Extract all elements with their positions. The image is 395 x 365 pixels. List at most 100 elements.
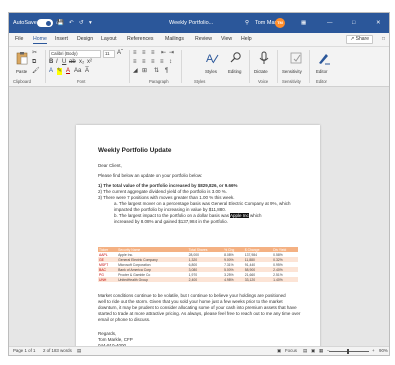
tab-references[interactable]: References <box>127 36 154 42</box>
group-label-voice: Voice <box>258 79 269 84</box>
bold-icon[interactable]: B <box>49 59 53 66</box>
table-cell: 33,120 <box>243 277 273 282</box>
text-effects-icon[interactable]: A <box>49 68 53 75</box>
grow-font-icon[interactable]: Aˆ <box>117 50 123 57</box>
decrease-indent-icon[interactable]: ⇤ <box>161 50 166 57</box>
sensitivity-icon[interactable] <box>289 51 303 65</box>
word-count[interactable]: 2 of 183 words <box>43 348 72 354</box>
document-workspace[interactable]: Weekly Portfolio Update Dear Client, Ple… <box>9 87 389 355</box>
restore-icon[interactable]: □ <box>352 13 355 33</box>
minimize-icon[interactable]: — <box>327 13 333 33</box>
zoom-in-icon[interactable]: + <box>372 348 375 354</box>
editor-label: Editor <box>316 69 328 74</box>
editing-search-icon[interactable] <box>229 51 243 65</box>
ribbon-display-icon[interactable]: ▦ <box>301 13 306 33</box>
underline-icon[interactable]: U <box>62 59 66 66</box>
align-left-icon[interactable]: ≡ <box>133 59 137 66</box>
avatar[interactable]: TM <box>275 18 285 28</box>
tab-file[interactable]: File <box>15 36 23 42</box>
ribbon-tabs: File Home Insert Design Layout Reference… <box>9 33 389 47</box>
clear-format-icon[interactable]: A̅ <box>85 68 89 75</box>
read-mode-icon[interactable]: ▤ <box>303 348 307 354</box>
greeting: Dear Client, <box>98 163 122 168</box>
closing-line-5: email or phone to discuss. <box>98 317 151 322</box>
document-page[interactable]: Weekly Portfolio Update Dear Client, Ple… <box>76 125 320 355</box>
intro-text: Please find below an update on your port… <box>98 173 203 178</box>
highlight-icon[interactable]: ✎ <box>57 68 63 75</box>
customize-qat-icon[interactable]: ▾ <box>89 13 92 33</box>
close-icon[interactable]: ✕ <box>376 13 381 33</box>
bullets-icon[interactable]: ≡ <box>133 50 137 57</box>
multilevel-list-icon[interactable]: ≡ <box>151 50 155 57</box>
copy-icon[interactable]: ⧉ <box>32 59 36 66</box>
italic-icon[interactable]: I <box>56 59 58 66</box>
tab-design[interactable]: Design <box>77 36 93 42</box>
ribbon: Paste ✂ ⧉ 🖌 Clipboard Calibri (Body) 11 … <box>9 47 389 87</box>
paste-icon[interactable] <box>15 51 29 65</box>
search-icon[interactable]: ⚲ <box>245 13 249 33</box>
numbering-icon[interactable]: ≡ <box>142 50 146 57</box>
borders-icon[interactable]: ⊞ <box>142 68 147 75</box>
sort-icon[interactable]: ⇅ <box>154 68 159 75</box>
holdings-table[interactable]: Ticker Security Name Total Shares % Chg … <box>98 247 298 282</box>
line-spacing-icon[interactable]: ↕ <box>169 59 172 66</box>
align-center-icon[interactable]: ≡ <box>142 59 146 66</box>
format-painter-icon[interactable]: 🖌 <box>32 68 40 75</box>
doc-heading: Weekly Portfolio Update <box>98 147 172 154</box>
print-layout-icon[interactable]: ▣ <box>311 348 315 354</box>
zoom-level[interactable]: 90% <box>379 348 388 354</box>
font-name-select[interactable]: Calibri (Body) <box>49 50 101 58</box>
ribbon-divider <box>309 50 310 83</box>
zoom-slider[interactable] <box>329 349 369 354</box>
editor-icon[interactable] <box>317 51 331 65</box>
focus-icon[interactable]: ▣ <box>277 348 281 354</box>
zoom-slider-handle[interactable] <box>347 349 349 354</box>
tab-layout[interactable]: Layout <box>101 36 117 42</box>
styles-label: Styles <box>205 69 217 74</box>
shading-icon[interactable]: ◢ <box>133 68 138 75</box>
styles-icon[interactable]: A <box>205 51 219 65</box>
group-label-styles: Styles <box>194 79 206 84</box>
increase-indent-icon[interactable]: ⇥ <box>169 50 174 57</box>
tab-help[interactable]: Help <box>241 36 252 42</box>
focus-label[interactable]: Focus <box>285 348 297 354</box>
web-layout-icon[interactable]: ▦ <box>319 348 323 354</box>
document-title: Weekly Portfolio... <box>169 20 214 26</box>
microphone-icon[interactable] <box>257 51 271 65</box>
justify-icon[interactable]: ≡ <box>160 59 164 66</box>
tab-insert[interactable]: Insert <box>55 36 68 42</box>
autosave-toggle[interactable]: On <box>37 19 61 27</box>
sub-point-b-line2: increased by 8.08% and gained $137,984 i… <box>114 219 228 224</box>
ribbon-divider <box>277 50 278 83</box>
proofing-icon[interactable]: ▤ <box>77 348 81 354</box>
group-label-clipboard: Clipboard <box>13 79 31 84</box>
group-label-font: Font <box>77 79 86 84</box>
tab-mailings[interactable]: Mailings <box>165 36 184 42</box>
ribbon-divider <box>181 50 182 83</box>
font-color-icon[interactable]: A <box>66 68 70 75</box>
redo-icon[interactable]: ↺ <box>79 13 84 33</box>
group-label-editor: Editor <box>316 79 327 84</box>
font-size-select[interactable]: 11 <box>103 50 115 58</box>
align-right-icon[interactable]: ≡ <box>151 59 155 66</box>
strikethrough-icon[interactable]: ab <box>69 59 76 66</box>
tab-view[interactable]: View <box>221 36 232 42</box>
share-button[interactable]: ↗ Share <box>346 35 373 44</box>
table-row[interactable]: UNH UnitedHealth Group 2,400 4.98% 33,12… <box>98 277 298 282</box>
cut-icon[interactable]: ✂ <box>32 50 37 57</box>
word-window: AutoSave On 💾 ↶ ↺ ▾ Weekly Portfolio... … <box>8 12 390 356</box>
comments-icon[interactable]: □ <box>382 36 385 42</box>
subscript-icon[interactable]: x₂ <box>79 59 84 66</box>
group-label-sensitivity: Sensitivity <box>282 79 301 84</box>
save-icon[interactable]: 💾 <box>57 13 64 33</box>
tab-home[interactable]: Home <box>33 36 47 44</box>
undo-icon[interactable]: ↶ <box>69 13 74 33</box>
superscript-icon[interactable]: x² <box>87 59 92 66</box>
dictate-label: Dictate <box>254 69 268 74</box>
selected-text[interactable]: Apple Inc <box>230 213 249 218</box>
change-case-icon[interactable]: Aa <box>74 68 81 75</box>
svg-text:A: A <box>206 53 214 65</box>
page-count[interactable]: Page 1 of 1 <box>13 348 35 354</box>
tab-review[interactable]: Review <box>195 36 212 42</box>
show-marks-icon[interactable]: ¶ <box>165 68 168 75</box>
